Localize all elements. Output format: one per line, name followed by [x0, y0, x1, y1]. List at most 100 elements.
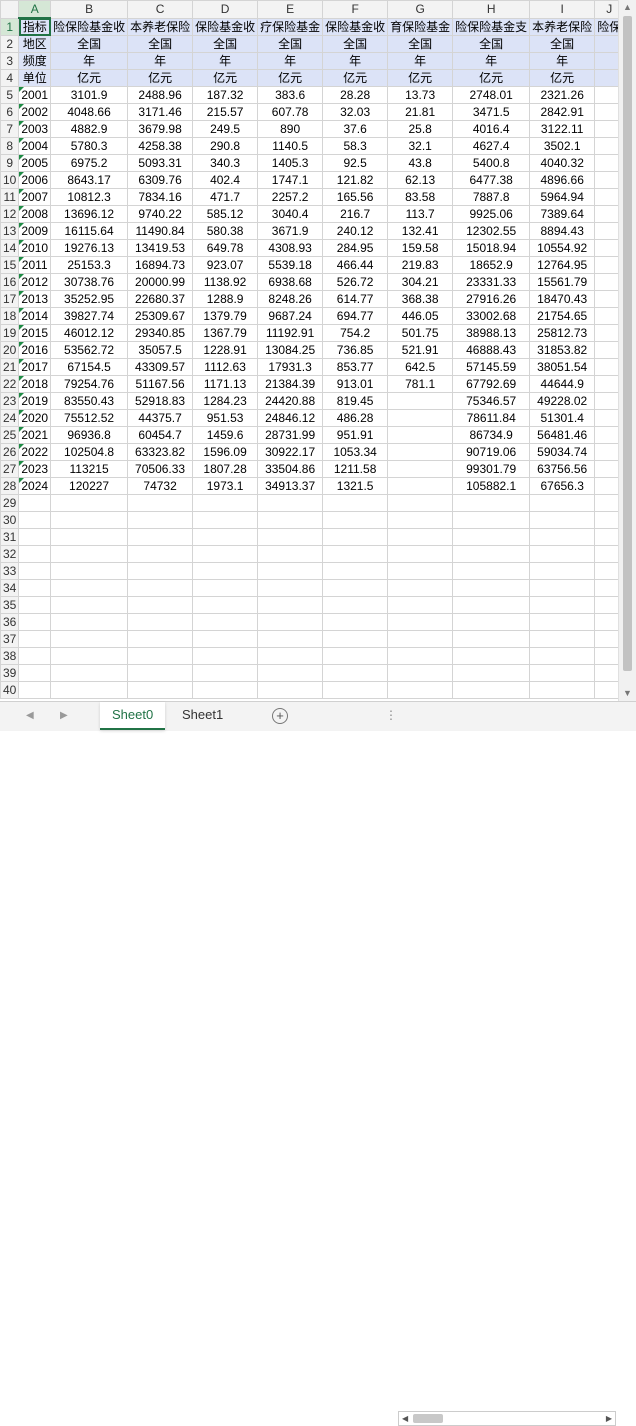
row-header[interactable]: 5: [0, 86, 20, 104]
cell[interactable]: [452, 511, 531, 529]
cell[interactable]: 83.58: [387, 188, 454, 206]
scroll-right-icon[interactable]: ▶: [606, 1412, 612, 1425]
cell[interactable]: 险保险基金支: [452, 17, 531, 36]
cell[interactable]: 4048.66: [50, 103, 129, 121]
cell[interactable]: 121.82: [322, 171, 389, 189]
cell[interactable]: 2002: [18, 103, 52, 121]
cell[interactable]: 18652.9: [452, 256, 531, 274]
cell[interactable]: [192, 630, 259, 648]
cell[interactable]: 亿元: [50, 69, 129, 87]
cell[interactable]: 1405.3: [257, 154, 324, 172]
cell[interactable]: [529, 613, 596, 631]
cell[interactable]: [387, 562, 454, 580]
cell[interactable]: 21384.39: [257, 375, 324, 393]
cell[interactable]: 37.6: [322, 120, 389, 138]
cell[interactable]: 96936.8: [50, 426, 129, 444]
cell[interactable]: [50, 681, 129, 699]
cell[interactable]: [529, 630, 596, 648]
column-header-j[interactable]: J: [594, 0, 618, 19]
cell[interactable]: 7887.8: [452, 188, 531, 206]
cell[interactable]: 2014: [18, 307, 52, 325]
cell[interactable]: 3101.9: [50, 86, 129, 104]
cell[interactable]: [127, 545, 194, 563]
cell[interactable]: [594, 358, 618, 376]
cell[interactable]: 本养老保险: [529, 17, 596, 36]
cell[interactable]: [594, 562, 618, 580]
cell[interactable]: [387, 494, 454, 512]
cell[interactable]: 保险基金收: [322, 17, 389, 36]
cell[interactable]: [387, 443, 454, 461]
cell[interactable]: 63756.56: [529, 460, 596, 478]
row-header[interactable]: 40: [0, 681, 20, 699]
cell[interactable]: 22680.37: [127, 290, 194, 308]
row-header[interactable]: 38: [0, 647, 20, 665]
cell[interactable]: 疗保险基金: [257, 17, 324, 36]
cell[interactable]: [322, 494, 389, 512]
cell[interactable]: 74732: [127, 477, 194, 495]
row-header[interactable]: 29: [0, 494, 20, 512]
cell[interactable]: [257, 494, 324, 512]
spreadsheet-grid[interactable]: ABCDEFGHIJ 1 指标 险保险基金收 本养老保险 保险基金收 疗保险基金 保险基金收…: [0, 0, 618, 701]
cell[interactable]: 1459.6: [192, 426, 259, 444]
cell[interactable]: 4627.4: [452, 137, 531, 155]
cell[interactable]: 亿元: [192, 69, 259, 87]
cell[interactable]: 25153.3: [50, 256, 129, 274]
cell[interactable]: 694.77: [322, 307, 389, 325]
cell[interactable]: 446.05: [387, 307, 454, 325]
cell[interactable]: 120227: [50, 477, 129, 495]
cell[interactable]: 46888.43: [452, 341, 531, 359]
cell[interactable]: 39827.74: [50, 307, 129, 325]
cell[interactable]: [387, 477, 454, 495]
cell[interactable]: [529, 545, 596, 563]
cell[interactable]: [50, 562, 129, 580]
cell[interactable]: 24420.88: [257, 392, 324, 410]
cell[interactable]: 2004: [18, 137, 52, 155]
cell[interactable]: 159.58: [387, 239, 454, 257]
cell[interactable]: [322, 613, 389, 631]
cell[interactable]: 754.2: [322, 324, 389, 342]
cell[interactable]: 59034.74: [529, 443, 596, 461]
cell[interactable]: 年: [387, 52, 454, 70]
cell[interactable]: 2006: [18, 171, 52, 189]
row-header[interactable]: 36: [0, 613, 20, 631]
cell[interactable]: [387, 392, 454, 410]
cell[interactable]: 年: [127, 52, 194, 70]
cell[interactable]: [387, 545, 454, 563]
cell[interactable]: 215.57: [192, 103, 259, 121]
cell[interactable]: [18, 613, 52, 631]
cell[interactable]: 368.38: [387, 290, 454, 308]
cell[interactable]: [127, 562, 194, 580]
cell[interactable]: [529, 511, 596, 529]
cell[interactable]: 21754.65: [529, 307, 596, 325]
cell[interactable]: [594, 477, 618, 495]
cell[interactable]: [387, 681, 454, 699]
cell[interactable]: 1973.1: [192, 477, 259, 495]
select-all-corner[interactable]: [0, 0, 20, 19]
row-header[interactable]: 22: [0, 375, 20, 393]
cell[interactable]: [594, 443, 618, 461]
cell[interactable]: 亿元: [257, 69, 324, 87]
cell[interactable]: 5780.3: [50, 137, 129, 155]
cell[interactable]: [127, 613, 194, 631]
cell[interactable]: 216.7: [322, 205, 389, 223]
cell[interactable]: [18, 630, 52, 648]
cell[interactable]: 3679.98: [127, 120, 194, 138]
cell[interactable]: 521.91: [387, 341, 454, 359]
cell[interactable]: 1288.9: [192, 290, 259, 308]
cell[interactable]: [594, 681, 618, 699]
column-header-f[interactable]: F: [322, 0, 389, 19]
cell[interactable]: 466.44: [322, 256, 389, 274]
cell[interactable]: 471.7: [192, 188, 259, 206]
cell[interactable]: 25309.67: [127, 307, 194, 325]
cell[interactable]: 33504.86: [257, 460, 324, 478]
cell[interactable]: [387, 511, 454, 529]
cell[interactable]: 保险基金收: [192, 17, 259, 36]
cell[interactable]: [594, 52, 618, 70]
cell[interactable]: [50, 647, 129, 665]
cell[interactable]: 31853.82: [529, 341, 596, 359]
cell[interactable]: 33002.68: [452, 307, 531, 325]
cell[interactable]: 2321.26: [529, 86, 596, 104]
cell[interactable]: 642.5: [387, 358, 454, 376]
cell[interactable]: [594, 69, 618, 87]
cell[interactable]: 单位: [18, 69, 52, 87]
